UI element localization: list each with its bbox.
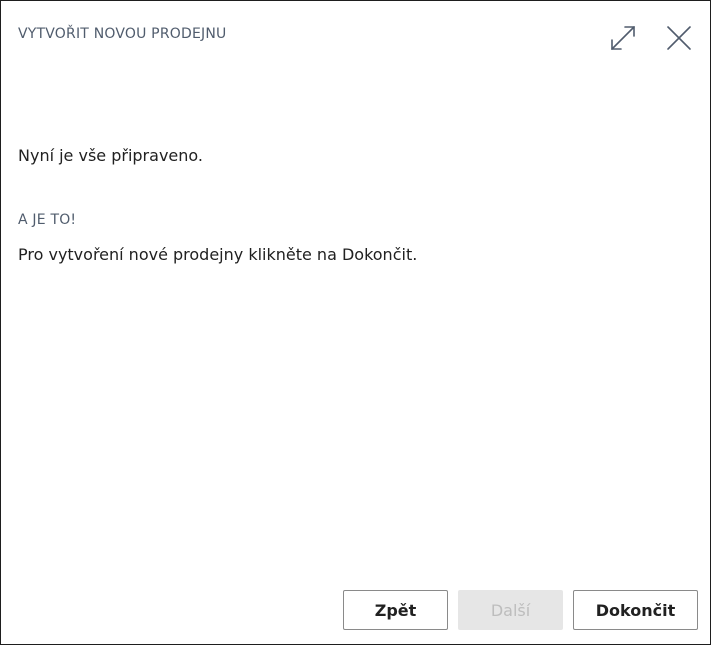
dialog-footer: Zpět Další Dokončit (343, 590, 698, 630)
next-button: Další (458, 590, 563, 630)
close-icon[interactable] (660, 19, 698, 57)
ready-text: Nyní je vše připraveno. (18, 146, 203, 165)
back-button[interactable]: Zpět (343, 590, 448, 630)
finish-button[interactable]: Dokončit (573, 590, 698, 630)
dialog-title: VYTVOŘIT NOVOU PRODEJNU (18, 26, 227, 42)
wizard-dialog: VYTVOŘIT NOVOU PRODEJNU Nyní je vše přip… (0, 0, 711, 645)
expand-icon[interactable] (604, 19, 642, 57)
section-heading: A JE TO! (18, 212, 77, 228)
instruction-text: Pro vytvoření nové prodejny klikněte na … (18, 245, 418, 264)
title-actions (604, 19, 698, 57)
